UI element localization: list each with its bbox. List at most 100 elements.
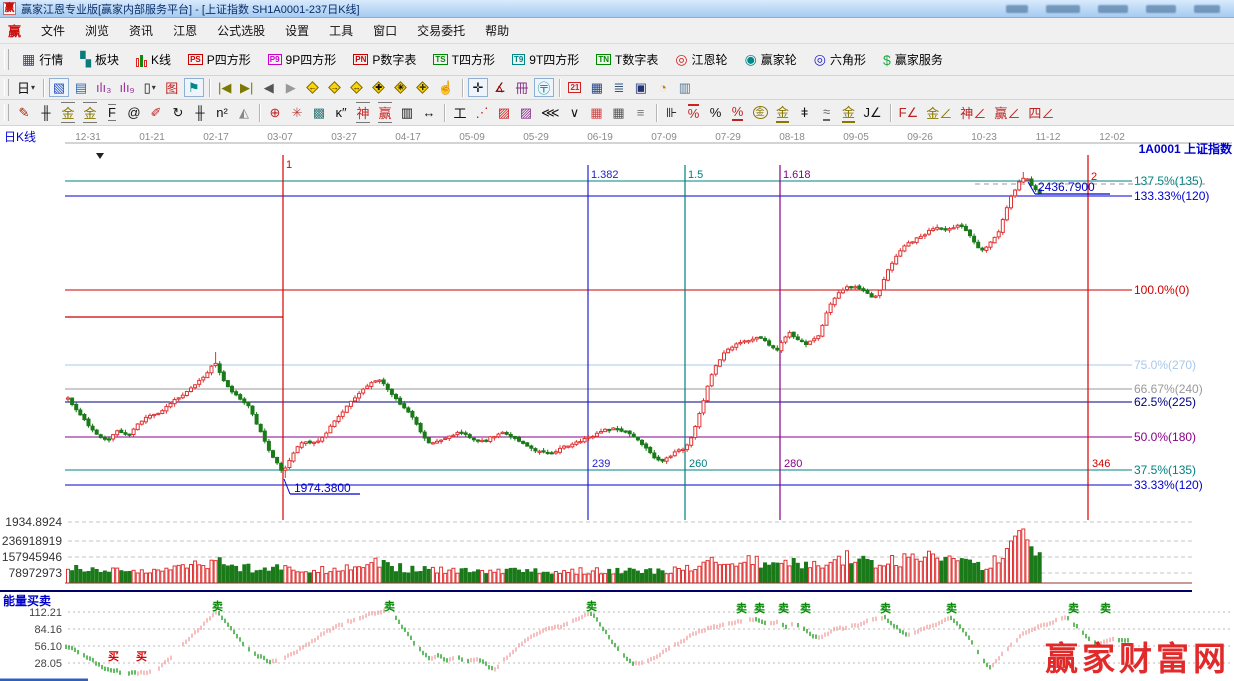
menu-item-文件[interactable]: 文件 (31, 18, 75, 43)
titlebar-blurred-item[interactable] (1098, 5, 1128, 13)
menu-item-江恩[interactable]: 江恩 (163, 18, 207, 43)
period-day-button[interactable]: 日▾ (14, 78, 38, 97)
menu-item-工具[interactable]: 工具 (319, 18, 363, 43)
f-grid-button[interactable]: F (102, 103, 122, 122)
measure-width-button[interactable]: ↔ (419, 103, 439, 122)
spiral-tool-button[interactable]: @ (124, 103, 144, 122)
save-disk-button[interactable]: ▣ (631, 78, 651, 97)
menu-item-公式选股[interactable]: 公式选股 (207, 18, 275, 43)
parallel-lines-button[interactable]: ≡ (631, 103, 651, 122)
time-circle-button[interactable]: ↻ (168, 103, 188, 122)
calendar-button[interactable]: 21 (565, 78, 585, 97)
grid-red-button[interactable]: ▦ (587, 103, 607, 122)
chart-area[interactable]: 12-3101-2102-1703-0703-2704-1705-0905-29… (0, 126, 1234, 681)
first-page-button[interactable]: |◀ (215, 78, 235, 97)
percent-line-button[interactable]: % (728, 103, 748, 122)
diamond-plus-button[interactable]: ✚ (369, 78, 389, 97)
gann-wheel-button[interactable]: ◎江恩轮 (667, 47, 735, 72)
angle-gold-button[interactable]: 金∠ (923, 103, 955, 122)
v-lines-button[interactable]: ∨ (565, 103, 585, 122)
percent-button[interactable]: % (706, 103, 726, 122)
calculator-button[interactable]: ▦ (587, 78, 607, 97)
angle-j-button[interactable]: J∠ (861, 103, 885, 122)
clock-chart-button[interactable]: ◔ (653, 78, 673, 97)
fan-red-button[interactable]: ⋰ (472, 103, 492, 122)
ruler-123-button[interactable]: ▥ (397, 103, 417, 122)
scale-chart-button[interactable]: ⊪ (662, 103, 682, 122)
kline-button[interactable]: K线 (128, 47, 179, 72)
sectors-button[interactable]: ▚板块 (72, 47, 127, 72)
p-square-button[interactable]: PSP四方形 (180, 47, 259, 72)
diamond-right-button[interactable]: → (325, 78, 345, 97)
last-page-button[interactable]: ▶| (237, 78, 257, 97)
menu-item-资讯[interactable]: 资讯 (119, 18, 163, 43)
grid-black-button[interactable]: ▦ (609, 103, 629, 122)
bars-3-button[interactable]: ılı₃ (93, 78, 114, 97)
pen-tool-button[interactable]: ✎ (14, 103, 34, 122)
web-box-button[interactable]: ▩ (309, 103, 329, 122)
menu-item-设置[interactable]: 设置 (275, 18, 319, 43)
gold-grid-1-button[interactable]: 金 (58, 103, 78, 122)
star-web-button[interactable]: ✳ (287, 103, 307, 122)
f10-info-button[interactable]: ▤ (71, 78, 91, 97)
color-flag-button[interactable]: ⚑ (184, 78, 204, 97)
kline-chart-canvas[interactable]: 12-3101-2102-1703-0703-2704-1705-0905-29… (0, 126, 1234, 681)
crosshair-tool-button[interactable]: ✛ (468, 78, 488, 97)
shen-grid-button[interactable]: 神 (353, 103, 373, 122)
quotes-button[interactable]: ▦行情 (14, 47, 71, 72)
diamond-star-button[interactable]: ✳ (391, 78, 411, 97)
bars-9-button[interactable]: ılı₉ (116, 78, 137, 97)
next-page-button[interactable]: ▶ (281, 78, 301, 97)
k-marks-button[interactable]: ĸ″ (331, 103, 351, 122)
titlebar-blurred-item[interactable] (1194, 5, 1220, 13)
p-number-button[interactable]: PNP数字表 (345, 47, 424, 72)
ying-grid-button[interactable]: 赢 (375, 103, 395, 122)
diamond-horizontal-button[interactable]: ↔ (347, 78, 367, 97)
p9-square-button[interactable]: P99P四方形 (260, 47, 344, 72)
fan-box-purple-button[interactable]: ▨ (516, 103, 536, 122)
angle-measure-button[interactable]: ∡ (490, 78, 510, 97)
menu-item-浏览[interactable]: 浏览 (75, 18, 119, 43)
angle-shen-button[interactable]: 神∠ (957, 103, 989, 122)
diamond-cross-button[interactable]: ✛ (413, 78, 433, 97)
market-map-button[interactable]: ▧ (49, 78, 69, 97)
gann-pattern-button[interactable]: 图 (162, 78, 182, 97)
menu-item-窗口[interactable]: 窗口 (363, 18, 407, 43)
angle-f-button[interactable]: F∠ (896, 103, 922, 122)
n2-grid-button[interactable]: n² (212, 103, 232, 122)
computer-button[interactable]: ▥ (675, 78, 695, 97)
gold-grid-2-button[interactable]: 金 (80, 103, 100, 122)
gold-line-2-button[interactable]: 金 (839, 103, 859, 122)
high-price-annotation[interactable]: 2436.7900 (1038, 180, 1095, 194)
target-circle-button[interactable]: ⊕ (265, 103, 285, 122)
angle-si-button[interactable]: 四∠ (1025, 103, 1057, 122)
brush-red-button[interactable]: ✐ (146, 103, 166, 122)
fan-lines-button[interactable]: ⋘ (538, 103, 563, 122)
titlebar-blurred-item[interactable] (1146, 5, 1176, 13)
low-price-annotation[interactable]: 1974.3800 (294, 481, 351, 495)
t9-square-button[interactable]: T99T四方形 (504, 47, 587, 72)
box-tool-button[interactable]: 工 (450, 103, 470, 122)
flag-cone-button[interactable]: ◭ (234, 103, 254, 122)
gold-circle-button[interactable]: 金 (750, 103, 771, 122)
t-square-button[interactable]: TST四方形 (425, 47, 503, 72)
winner-service-button[interactable]: $赢家服务 (875, 47, 951, 72)
winner-wheel-button[interactable]: ◉赢家轮 (737, 47, 805, 72)
prev-page-button[interactable]: ◀ (259, 78, 279, 97)
menu-item-交易委托[interactable]: 交易委托 (407, 18, 475, 43)
fan-box-red-button[interactable]: ▨ (494, 103, 514, 122)
window-tool-button[interactable]: 冊 (512, 78, 532, 97)
candle-type-button[interactable]: ▯▾ (140, 78, 160, 97)
notepad-button[interactable]: ≣ (609, 78, 629, 97)
hand-tool-button[interactable]: ☝ (435, 78, 457, 97)
diamond-left-button[interactable]: ← (303, 78, 323, 97)
wave-line-button[interactable]: ≈ (817, 103, 837, 122)
angle-ying-button[interactable]: 赢∠ (991, 103, 1023, 122)
titlebar-blurred-item[interactable] (1046, 5, 1080, 13)
hexagon-button[interactable]: ◎六角形 (806, 47, 874, 72)
menu-item-帮助[interactable]: 帮助 (475, 18, 519, 43)
cycle-tool-button[interactable]: 〶 (534, 78, 554, 97)
pen-vertical-button[interactable]: ǂ (795, 103, 815, 122)
grid-ruler-button[interactable]: ╫ (36, 103, 56, 122)
grid-ruler-2-button[interactable]: ╫ (190, 103, 210, 122)
